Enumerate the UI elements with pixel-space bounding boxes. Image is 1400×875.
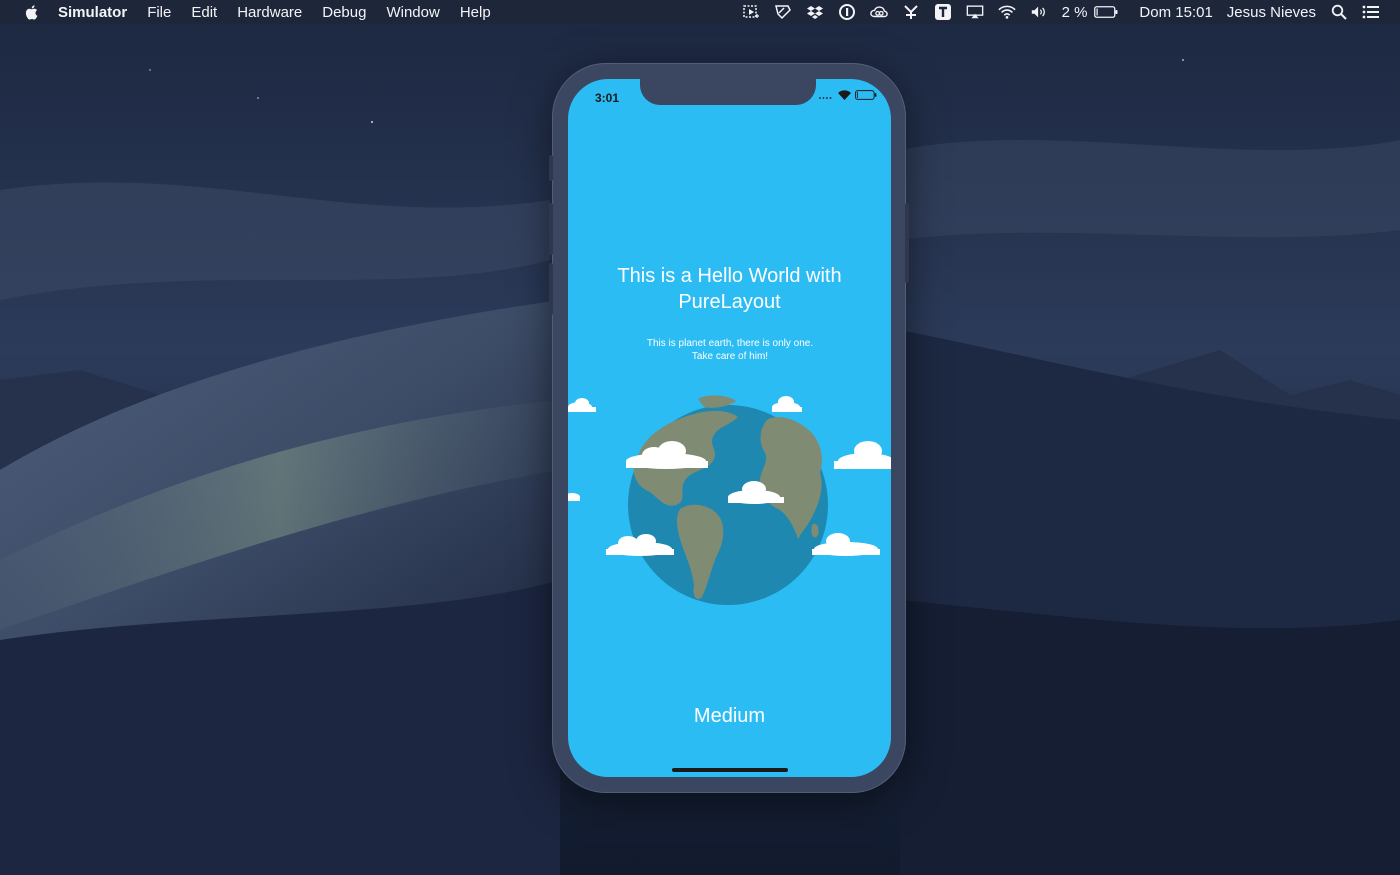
menubar-clock[interactable]: Dom 15:01 — [1139, 4, 1212, 21]
app-menu[interactable]: Simulator — [58, 4, 127, 21]
menu-edit[interactable]: Edit — [191, 4, 217, 21]
battery-icon[interactable] — [1094, 4, 1118, 20]
menu-file[interactable]: File — [147, 4, 171, 21]
vpn-icon[interactable] — [902, 4, 920, 20]
cloud-top-right — [772, 396, 802, 412]
spotlight-icon[interactable] — [1330, 4, 1348, 20]
planet-description: This is planet earth, there is only one.… — [646, 338, 814, 362]
status-bar-indicators — [818, 90, 877, 100]
simulator-device: 3:01 This is a Hello World with PureLayo… — [549, 63, 909, 793]
pen-icon[interactable] — [774, 4, 792, 20]
earth-illustration — [568, 395, 891, 605]
apple-menu-icon[interactable] — [20, 2, 42, 22]
home-indicator[interactable] — [672, 768, 788, 772]
power-button[interactable] — [905, 203, 909, 283]
volume-down-button[interactable] — [549, 263, 553, 315]
battery-percentage: 2 % — [1061, 3, 1088, 21]
typeeto-icon[interactable] — [934, 4, 952, 20]
cloud-right-edge — [834, 441, 891, 469]
menu-hardware[interactable]: Hardware — [237, 4, 302, 21]
wifi-icon[interactable] — [997, 4, 1016, 20]
cloud-left-edge — [568, 398, 596, 412]
menu-debug[interactable]: Debug — [322, 4, 366, 21]
cellular-signal-icon — [819, 97, 832, 99]
dropbox-icon[interactable] — [806, 4, 824, 20]
status-bar-time: 3:01 — [595, 91, 620, 105]
menu-help[interactable]: Help — [460, 4, 491, 21]
silent-switch — [549, 155, 553, 181]
hello-world-title: This is a Hello World with PureLayout — [617, 265, 842, 313]
menu-window[interactable]: Window — [386, 4, 439, 21]
size-label: Medium — [693, 705, 766, 727]
status-wifi-icon — [838, 90, 851, 100]
cloud-left-small — [568, 493, 580, 501]
notch — [640, 79, 816, 105]
notification-center-icon[interactable] — [1362, 4, 1380, 20]
1password-icon[interactable] — [838, 4, 856, 20]
creative-cloud-icon[interactable] — [869, 4, 888, 20]
airplay-icon[interactable] — [966, 4, 984, 20]
screenshot-icon[interactable] — [742, 4, 760, 20]
menu-bar: Simulator File Edit Hardware Debug Windo… — [0, 0, 1400, 24]
menubar-user[interactable]: Jesus Nieves — [1227, 4, 1316, 21]
device-screen[interactable]: 3:01 This is a Hello World with PureLayo… — [568, 79, 891, 777]
volume-icon[interactable] — [1030, 4, 1048, 20]
status-battery-icon — [855, 90, 877, 100]
volume-up-button[interactable] — [549, 203, 553, 255]
